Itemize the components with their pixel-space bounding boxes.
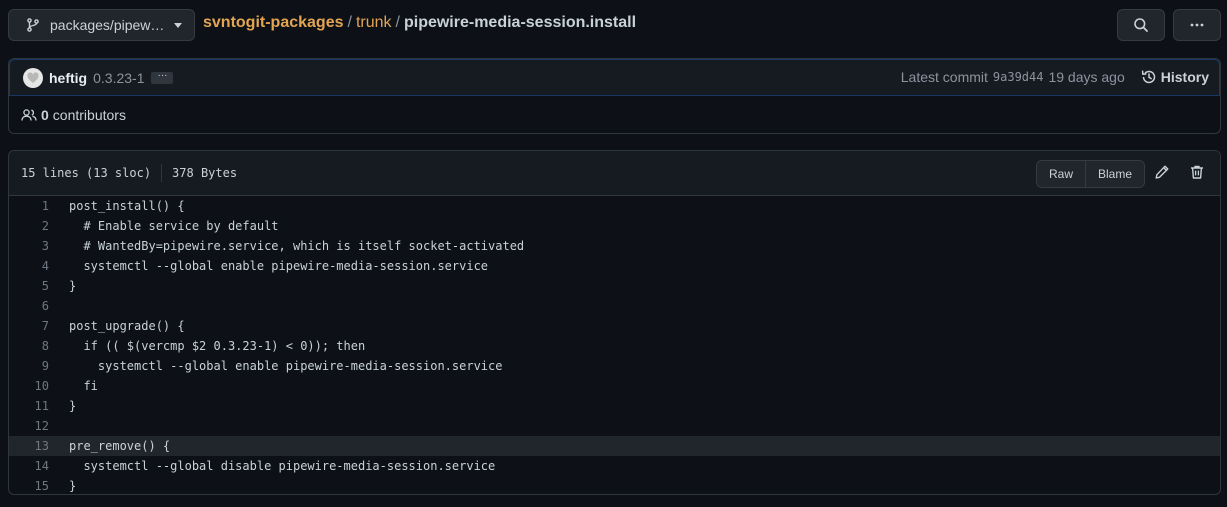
line-content: fi — [69, 379, 98, 393]
line-number[interactable]: 14 — [9, 459, 49, 473]
more-options-button[interactable] — [1173, 9, 1221, 41]
kebab-horizontal-icon — [1190, 23, 1204, 27]
code-line: 3 # WantedBy=pipewire.service, which is … — [9, 236, 1220, 256]
breadcrumb: svntogit-packages / trunk / pipewire-media-s… — [203, 14, 636, 32]
search-icon — [1134, 18, 1148, 32]
code-line: 10 fi — [9, 376, 1220, 396]
line-number[interactable]: 6 — [9, 299, 49, 313]
line-number[interactable]: 1 — [9, 199, 49, 213]
line-number[interactable]: 13 — [9, 439, 49, 453]
history-link[interactable]: History — [1141, 69, 1209, 85]
line-number[interactable]: 4 — [9, 259, 49, 273]
code-line: 4 systemctl --global enable pipewire-med… — [9, 256, 1220, 276]
line-number[interactable]: 2 — [9, 219, 49, 233]
code-line: 9 systemctl --global enable pipewire-med… — [9, 356, 1220, 376]
line-content: # WantedBy=pipewire.service, which is it… — [69, 239, 525, 253]
file-size: 378 Bytes — [172, 166, 238, 180]
line-content: # Enable service by default — [69, 219, 279, 233]
commit-message-link[interactable]: 0.3.23-1 — [93, 70, 144, 86]
pencil-icon[interactable] — [1154, 164, 1170, 180]
line-content: } — [69, 399, 77, 413]
line-content: systemctl --global disable pipewire-medi… — [69, 459, 496, 473]
breadcrumb-filename: pipewire-media-session.install — [403, 14, 637, 31]
line-number[interactable]: 9 — [9, 359, 49, 373]
breadcrumb-separator: / — [395, 14, 400, 31]
breadcrumb-repo-link[interactable]: svntogit-packages — [203, 14, 343, 31]
search-button[interactable] — [1117, 9, 1165, 41]
line-number[interactable]: 7 — [9, 319, 49, 333]
contributors-row: 0 contributors — [9, 96, 1220, 133]
code-line: 5} — [9, 276, 1220, 296]
line-content: } — [69, 279, 77, 293]
commit-meta: Latest commit 9a39d44 19 days ago Histor… — [901, 69, 1209, 85]
line-number[interactable]: 8 — [9, 339, 49, 353]
latest-commit-box: heftig 0.3.23-1 ··· Latest commit 9a39d4… — [8, 58, 1221, 134]
chevron-down-icon — [174, 23, 182, 28]
commit-summary: heftig 0.3.23-1 ··· Latest commit 9a39d4… — [9, 59, 1220, 96]
history-icon — [1141, 70, 1156, 84]
line-number[interactable]: 15 — [9, 479, 49, 493]
line-content: systemctl --global enable pipewire-media… — [69, 359, 503, 373]
breadcrumb-separator: / — [347, 14, 352, 31]
contributors-label: contributors — [52, 107, 126, 123]
code-line: 11} — [9, 396, 1220, 416]
code-line: 6 — [9, 296, 1220, 316]
code-line: 15} — [9, 476, 1220, 494]
commit-age: 19 days ago — [1048, 69, 1125, 85]
header-divider — [161, 164, 163, 182]
expand-commit-message-button[interactable]: ··· — [151, 70, 174, 84]
line-content: post_upgrade() { — [69, 319, 185, 333]
branch-selector-button[interactable]: packages/pipew… — [8, 9, 195, 41]
avatar[interactable] — [23, 67, 43, 88]
code-line: 8 if (( $(vercmp $2 0.3.23-1) < 0)); the… — [9, 336, 1220, 356]
trash-icon[interactable] — [1189, 164, 1205, 180]
file-header: 15 lines (13 sloc) 378 Bytes Raw Blame — [9, 151, 1220, 196]
line-number[interactable]: 11 — [9, 399, 49, 413]
line-content: systemctl --global enable pipewire-media… — [69, 259, 489, 273]
file-actions-group: Raw Blame — [1036, 160, 1145, 188]
code-line: 1 post_install() { — [9, 196, 1220, 216]
history-label: History — [1160, 69, 1209, 85]
contributors-count: 0 — [41, 107, 49, 123]
line-number[interactable]: 5 — [9, 279, 49, 293]
latest-commit-label: Latest commit — [900, 69, 988, 85]
line-number[interactable]: 12 — [9, 419, 49, 433]
file-viewer: 15 lines (13 sloc) 378 Bytes Raw Blame 1… — [8, 150, 1221, 495]
raw-button[interactable]: Raw — [1037, 161, 1086, 187]
blame-button[interactable]: Blame — [1086, 161, 1144, 187]
commit-sha-link[interactable]: 9a39d44 — [993, 70, 1044, 84]
people-icon — [21, 109, 37, 121]
code-line: 14 systemctl --global disable pipewire-m… — [9, 456, 1220, 476]
code-line: 13 pre_remove() { — [9, 436, 1220, 456]
breadcrumb-dir-link[interactable]: trunk — [356, 14, 392, 31]
code-view: 1 post_install() { 2 # Enable service by d… — [9, 196, 1220, 494]
file-line-count: 15 lines (13 sloc) — [21, 166, 152, 180]
code-line: 2 # Enable service by default — [9, 216, 1220, 236]
line-content: post_install() { — [69, 199, 185, 213]
branch-label: packages/pipew… — [50, 17, 165, 33]
line-number[interactable]: 10 — [9, 379, 49, 393]
top-bar: packages/pipew… svntogit-packages / trunk /… — [8, 9, 1221, 42]
commit-author-link[interactable]: heftig — [49, 70, 87, 86]
avatar-image-icon — [27, 71, 39, 83]
code-line: 7 post_upgrade() { — [9, 316, 1220, 336]
line-content: } — [69, 479, 77, 493]
code-line: 12 — [9, 416, 1220, 436]
line-content: if (( $(vercmp $2 0.3.23-1) < 0)); then — [69, 339, 366, 353]
git-branch-icon — [27, 18, 39, 32]
line-number[interactable]: 3 — [9, 239, 49, 253]
line-content: pre_remove() { — [69, 439, 171, 453]
